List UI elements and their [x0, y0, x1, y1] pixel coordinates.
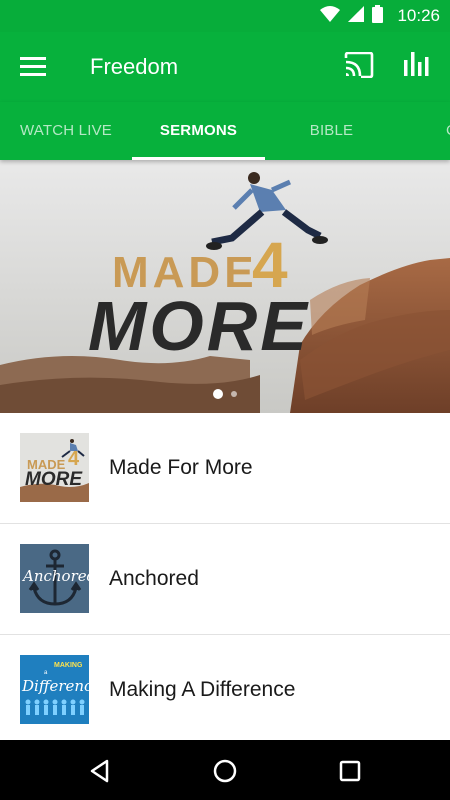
recents-button[interactable]	[334, 755, 366, 787]
cast-icon	[344, 51, 374, 79]
hero-title-line2: MORE	[88, 287, 310, 365]
tab-sermons[interactable]: SERMONS	[132, 102, 265, 160]
tab-indicator	[132, 157, 265, 160]
home-button[interactable]	[209, 755, 241, 787]
app-bar: Freedom	[0, 32, 450, 102]
back-triangle-icon	[90, 759, 109, 783]
tab-bar: WATCH LIVE SERMONS BIBLE C	[0, 102, 450, 160]
thumb-text-big: Difference	[21, 677, 89, 695]
sermon-thumbnail: Anchored	[20, 544, 89, 613]
thumb-text-four: 4	[68, 448, 80, 470]
sermon-list: MADE 4 MORE Made For More Anchored Ancho…	[0, 413, 450, 743]
recents-square-icon	[339, 760, 361, 782]
battery-icon	[372, 4, 384, 28]
list-item[interactable]: Anchored Anchored	[0, 524, 450, 635]
sermon-title: Anchored	[109, 567, 199, 590]
carousel-dot-active	[213, 388, 223, 399]
bar-chart-icon	[404, 52, 429, 76]
system-nav-bar	[0, 740, 450, 800]
signal-icon	[348, 5, 365, 27]
sermon-thumbnail: MADE 4 MORE	[20, 433, 89, 502]
home-circle-icon	[213, 759, 237, 783]
sermon-thumbnail: MAKING a Difference	[20, 655, 89, 724]
status-time: 10:26	[397, 6, 440, 25]
status-bar: 10:26	[0, 0, 450, 32]
stats-button[interactable]	[404, 52, 436, 82]
hamburger-menu-icon	[20, 57, 46, 76]
sermon-title: Made For More	[109, 456, 253, 479]
tab-bible[interactable]: BIBLE	[265, 102, 398, 160]
status-icons: 10:26	[320, 4, 440, 28]
app-title: Freedom	[90, 54, 179, 79]
tab-more[interactable]: C	[398, 102, 450, 160]
tab-watch-live[interactable]: WATCH LIVE	[0, 102, 132, 160]
sermon-title: Making A Difference	[109, 678, 296, 701]
carousel-indicator	[0, 385, 450, 403]
menu-button[interactable]	[20, 54, 50, 80]
list-item[interactable]: MADE 4 MORE Made For More	[0, 413, 450, 524]
thumb-text-line2: MORE	[25, 469, 83, 490]
thumb-text: Anchored	[21, 567, 89, 585]
hero-banner[interactable]: MADE 4 MORE	[0, 160, 450, 413]
wifi-icon	[320, 5, 341, 27]
cast-button[interactable]	[344, 51, 376, 82]
thumb-text-small: MAKING	[54, 662, 83, 669]
back-button[interactable]	[84, 755, 116, 787]
list-item[interactable]: MAKING a Difference Making A Difference	[0, 635, 450, 743]
carousel-dot	[231, 390, 237, 397]
